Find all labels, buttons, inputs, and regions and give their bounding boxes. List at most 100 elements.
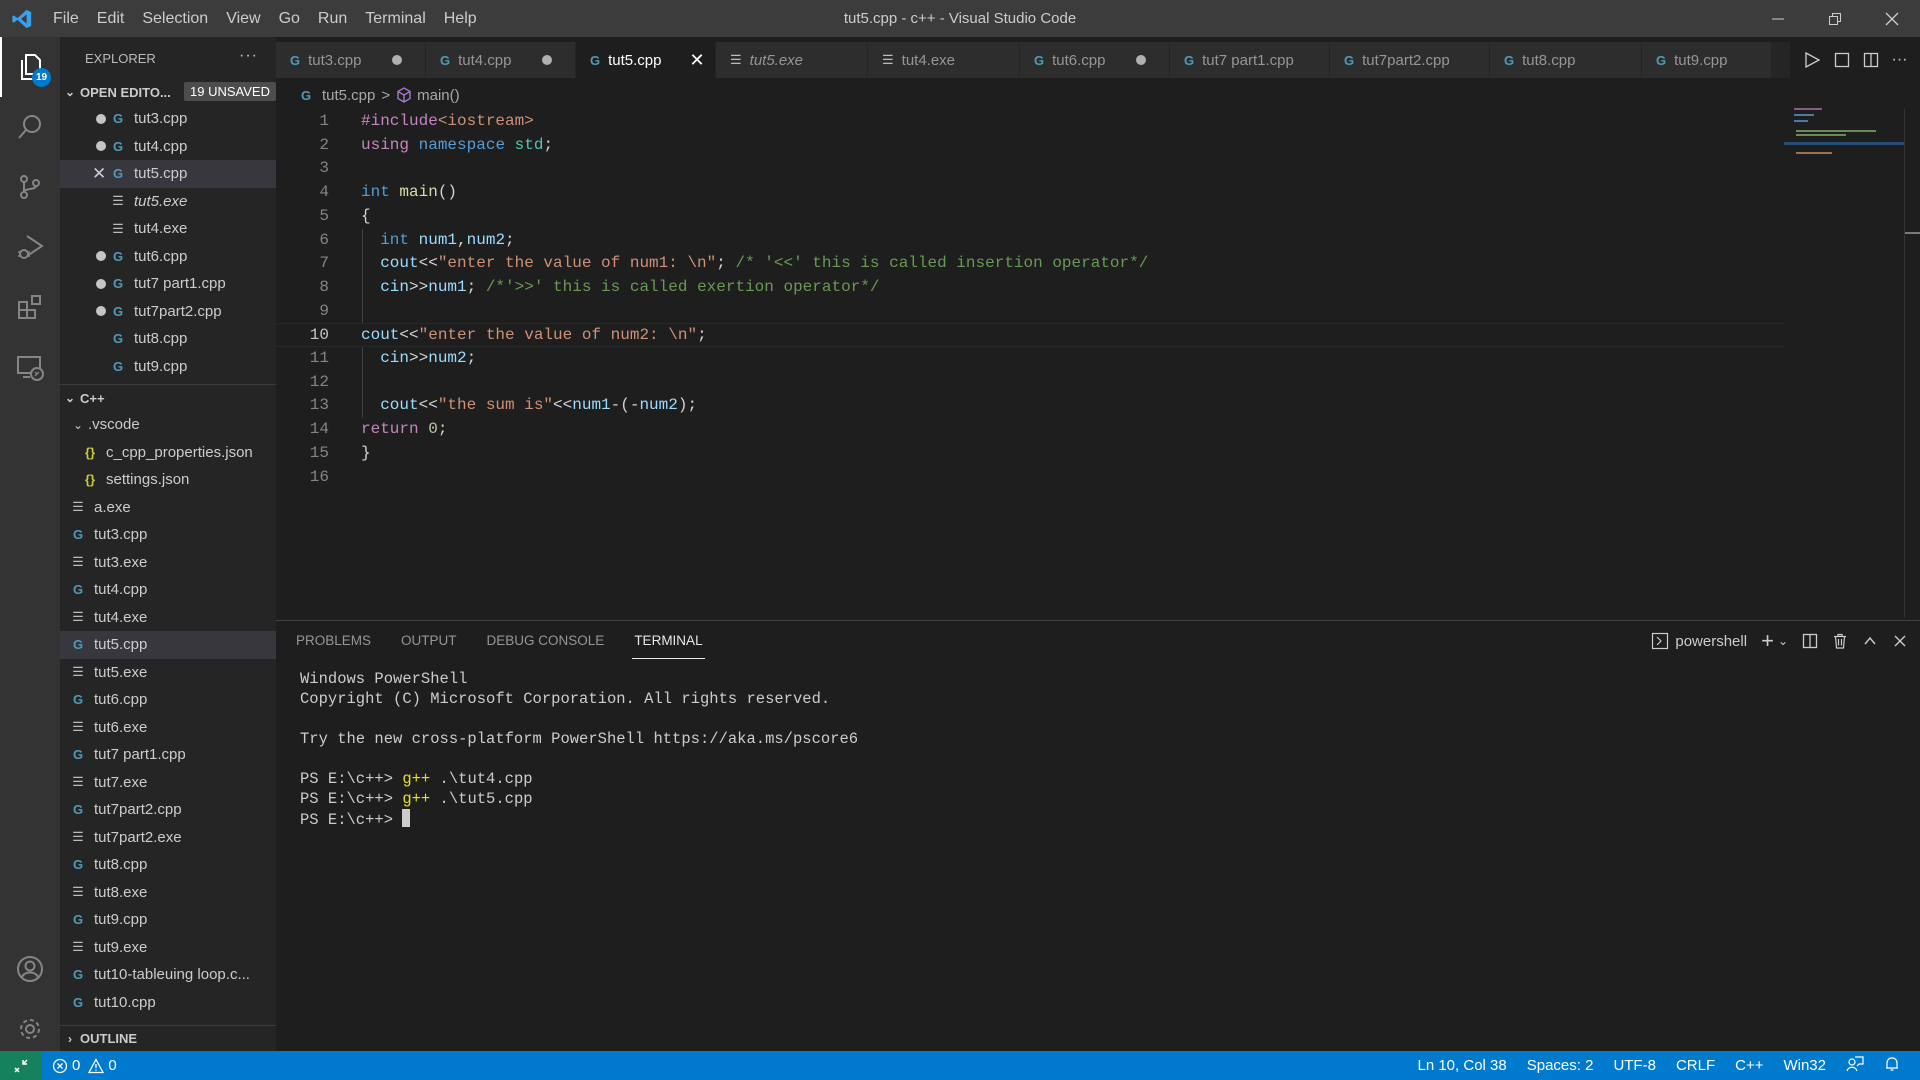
tab-tut5-cpp[interactable]: Gtut5.cpp ✕ bbox=[576, 42, 716, 78]
file-item[interactable]: ☰ tut6.exe bbox=[60, 714, 276, 742]
open-editor-item[interactable]: ✕ Gtut5.cpp bbox=[60, 160, 276, 188]
tab-tut4-exe[interactable]: ☰ tut4.exe bbox=[868, 42, 1020, 78]
activity-source-control[interactable] bbox=[0, 157, 60, 217]
panel-tab-debug-console[interactable]: DEBUG CONSOLE bbox=[487, 621, 605, 661]
tab-tut7-part1-cpp[interactable]: Gtut7 part1.cpp bbox=[1170, 42, 1330, 78]
menu-view[interactable]: View bbox=[217, 0, 269, 37]
encoding[interactable]: UTF-8 bbox=[1603, 1057, 1666, 1074]
close-panel-icon[interactable] bbox=[1892, 633, 1908, 649]
panel-tab-terminal[interactable]: TERMINAL bbox=[632, 621, 705, 661]
minimap[interactable] bbox=[1784, 108, 1904, 608]
menu-selection[interactable]: Selection bbox=[133, 0, 217, 37]
folder-header[interactable]: ⌄ C++ bbox=[60, 385, 276, 411]
close-icon[interactable]: ✕ bbox=[690, 50, 705, 71]
open-editor-item[interactable]: Gtut8.cpp bbox=[60, 325, 276, 353]
open-editor-item[interactable]: Gtut9.cpp bbox=[60, 353, 276, 381]
more-actions-icon[interactable]: ··· bbox=[1892, 51, 1908, 69]
open-editor-item[interactable]: Gtut3.cpp bbox=[60, 105, 276, 133]
indentation[interactable]: Spaces: 2 bbox=[1517, 1057, 1604, 1074]
close-icon[interactable]: ✕ bbox=[92, 164, 106, 184]
tab-tut8-cpp[interactable]: Gtut8.cpp bbox=[1490, 42, 1642, 78]
restore-button[interactable] bbox=[1806, 0, 1863, 37]
open-editor-item[interactable]: Gtut7part2.cpp bbox=[60, 298, 276, 326]
code-editor[interactable]: 1 #include<iostream> 2 using namespace std;… bbox=[276, 108, 1784, 608]
terminal-output[interactable]: Windows PowerShell Copyright (C) Microsof… bbox=[300, 669, 858, 830]
menu-go[interactable]: Go bbox=[270, 0, 309, 37]
breadcrumb-file[interactable]: tut5.cpp bbox=[322, 87, 375, 104]
panel-tab-problems[interactable]: PROBLEMS bbox=[296, 621, 371, 661]
trash-icon[interactable] bbox=[1832, 633, 1848, 649]
unsaved-dot-icon[interactable] bbox=[541, 55, 552, 65]
notifications-button[interactable] bbox=[1874, 1056, 1910, 1076]
menu-terminal[interactable]: Terminal bbox=[356, 0, 434, 37]
tab-tut7part2-cpp[interactable]: Gtut7part2.cpp bbox=[1330, 42, 1490, 78]
cursor-position[interactable]: Ln 10, Col 38 bbox=[1407, 1057, 1516, 1074]
file-item[interactable]: {} settings.json bbox=[60, 466, 276, 494]
menu-edit[interactable]: Edit bbox=[88, 0, 134, 37]
tab-tut3-cpp[interactable]: Gtut3.cpp bbox=[276, 42, 426, 78]
new-terminal-icon[interactable]: + bbox=[1761, 630, 1774, 652]
menu-file[interactable]: File bbox=[44, 0, 88, 37]
editor-scrollbar[interactable] bbox=[1904, 108, 1920, 618]
tab-tut4-cpp[interactable]: Gtut4.cpp bbox=[426, 42, 576, 78]
open-editors-header[interactable]: ⌄ OPEN EDITO... 19 UNSAVED bbox=[60, 79, 276, 105]
maximize-panel-icon[interactable] bbox=[1862, 633, 1878, 649]
tab-tut9-cpp[interactable]: Gtut9.cpp bbox=[1642, 42, 1772, 78]
file-item[interactable]: {} c_cpp_properties.json bbox=[60, 439, 276, 467]
feedback-button[interactable] bbox=[1836, 1055, 1874, 1076]
file-item[interactable]: Gtut9.cpp bbox=[60, 906, 276, 934]
open-editor-item[interactable]: ☰ tut5.exe bbox=[60, 188, 276, 216]
more-actions-icon[interactable]: ··· bbox=[239, 47, 258, 65]
open-editor-item[interactable]: Gtut4.cpp bbox=[60, 133, 276, 161]
file-item[interactable]: ☰ tut5.exe bbox=[60, 659, 276, 687]
file-item[interactable]: ☰ tut3.exe bbox=[60, 549, 276, 577]
file-item[interactable]: ☰ a.exe bbox=[60, 494, 276, 522]
end-of-line[interactable]: CRLF bbox=[1666, 1057, 1725, 1074]
language-mode[interactable]: C++ bbox=[1725, 1057, 1773, 1074]
close-window-button[interactable] bbox=[1863, 0, 1920, 37]
file-item[interactable]: Gtut10-tableuing loop.c... bbox=[60, 961, 276, 989]
file-item[interactable]: Gtut7 part1.cpp bbox=[60, 741, 276, 769]
unsaved-dot-icon[interactable] bbox=[96, 113, 106, 124]
open-editor-item[interactable]: ☰ tut4.exe bbox=[60, 215, 276, 243]
folder-item[interactable]: ⌄ .vscode bbox=[60, 411, 276, 439]
unsaved-dot-icon[interactable] bbox=[1135, 55, 1146, 65]
split-terminal-icon[interactable] bbox=[1802, 633, 1818, 649]
run-icon[interactable] bbox=[1803, 51, 1821, 69]
file-item[interactable]: Gtut8.cpp bbox=[60, 851, 276, 879]
activity-manage[interactable] bbox=[0, 999, 60, 1059]
menu-help[interactable]: Help bbox=[435, 0, 486, 37]
unsaved-dot-icon[interactable] bbox=[96, 251, 106, 262]
file-item[interactable]: Gtut6.cpp bbox=[60, 686, 276, 714]
file-item[interactable]: Gtut5.cpp bbox=[60, 631, 276, 659]
unsaved-dot-icon[interactable] bbox=[96, 306, 106, 317]
activity-accounts[interactable] bbox=[0, 939, 60, 999]
file-item[interactable]: ☰ tut4.exe bbox=[60, 604, 276, 632]
file-item[interactable]: ☰ tut8.exe bbox=[60, 879, 276, 907]
chevron-down-icon[interactable]: ⌄ bbox=[1778, 634, 1788, 648]
activity-explorer[interactable]: 19 bbox=[0, 37, 60, 97]
menu-run[interactable]: Run bbox=[309, 0, 356, 37]
activity-remote-explorer[interactable] bbox=[0, 337, 60, 397]
panel-tab-output[interactable]: OUTPUT bbox=[401, 621, 457, 661]
activity-extensions[interactable] bbox=[0, 277, 60, 337]
problems-status[interactable]: 0 0 bbox=[42, 1057, 117, 1074]
file-item[interactable]: ☰ tut9.exe bbox=[60, 934, 276, 962]
remote-indicator[interactable] bbox=[0, 1051, 42, 1080]
open-editor-item[interactable]: Gtut7 part1.cpp bbox=[60, 270, 276, 298]
tab-tut5-exe[interactable]: ☰ tut5.exe bbox=[716, 42, 868, 78]
activity-run-debug[interactable] bbox=[0, 217, 60, 277]
terminal-select[interactable]: powershell bbox=[1675, 633, 1747, 650]
outline-header[interactable]: › OUTLINE bbox=[60, 1025, 276, 1051]
file-item[interactable]: Gtut3.cpp bbox=[60, 521, 276, 549]
platform[interactable]: Win32 bbox=[1773, 1057, 1836, 1074]
unsaved-dot-icon[interactable] bbox=[96, 278, 106, 289]
open-editor-item[interactable]: Gtut6.cpp bbox=[60, 243, 276, 271]
tab-tut6-cpp[interactable]: Gtut6.cpp bbox=[1020, 42, 1170, 78]
file-item[interactable]: ☰ tut7.exe bbox=[60, 769, 276, 797]
breadcrumb-symbol[interactable]: main() bbox=[417, 87, 460, 104]
file-item[interactable]: Gtut10.cpp bbox=[60, 989, 276, 1017]
unsaved-dot-icon[interactable] bbox=[96, 141, 106, 152]
stop-icon[interactable] bbox=[1834, 52, 1850, 68]
unsaved-dot-icon[interactable] bbox=[391, 55, 402, 65]
